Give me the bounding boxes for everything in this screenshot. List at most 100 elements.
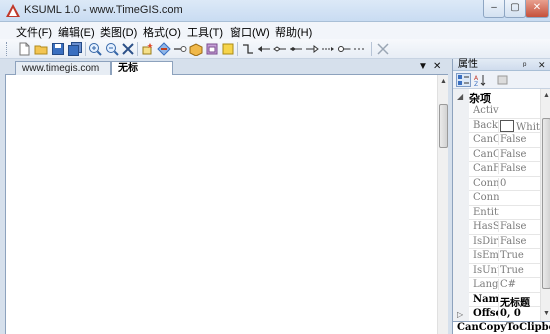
open-folder-icon[interactable] <box>34 42 48 56</box>
property-name: HasSelection <box>473 221 499 232</box>
new-file-icon[interactable] <box>17 42 31 56</box>
property-name: Entities <box>473 206 499 218</box>
property-row[interactable]: ActiveProject <box>469 104 540 119</box>
property-row[interactable]: IsDirtyFalse <box>469 235 540 249</box>
add-enum-icon[interactable] <box>205 42 219 56</box>
property-value[interactable]: C# <box>498 279 540 290</box>
property-row[interactable]: Entities <box>469 206 540 220</box>
property-name: CanCut <box>473 148 499 160</box>
menu-window[interactable]: 窗口(W) <box>230 24 270 40</box>
app-logo-icon <box>6 4 20 17</box>
delete-icon[interactable] <box>376 42 390 56</box>
menu-edit[interactable]: 编辑(E) <box>58 24 95 40</box>
properties-header: 属性 ᵖ ✕ <box>453 59 550 71</box>
property-value[interactable]: False <box>498 134 540 145</box>
property-name: ActiveProject <box>473 105 499 116</box>
toolbar-grip[interactable] <box>6 42 9 56</box>
properties-toolbar: AZ <box>453 71 550 89</box>
scroll-up-icon[interactable]: ▲ <box>542 91 550 101</box>
property-row[interactable]: ConnectionCount0 <box>469 177 540 191</box>
property-value[interactable]: False <box>498 148 540 160</box>
toolbar-separator <box>371 42 372 56</box>
add-class-icon[interactable] <box>141 42 155 56</box>
add-package-icon[interactable] <box>189 42 203 56</box>
property-grid: ◢ 杂项 ActiveProject BackColor White CanCop… <box>453 89 540 322</box>
svg-text:Z: Z <box>474 81 478 86</box>
property-value[interactable]: 0 <box>498 177 540 189</box>
property-name: IsEmpty <box>473 250 499 261</box>
zoom-out-icon[interactable] <box>105 42 119 56</box>
zoom-in-icon[interactable] <box>88 42 102 56</box>
property-pages-icon[interactable] <box>495 73 510 87</box>
property-row[interactable]: BackColor White <box>469 119 540 133</box>
generalization-icon[interactable] <box>305 42 319 56</box>
add-comment-icon[interactable] <box>173 42 187 56</box>
menu-tools[interactable]: 工具(T) <box>187 24 223 40</box>
menu-diagram[interactable]: 类图(D) <box>100 24 137 40</box>
property-row[interactable]: IsUntitledTrue <box>469 264 540 278</box>
fit-to-window-icon[interactable] <box>121 42 135 56</box>
property-value[interactable]: White <box>498 119 540 133</box>
add-note-icon[interactable] <box>221 42 235 56</box>
property-value[interactable]: 0, 0 <box>498 308 540 319</box>
minimize-button[interactable]: – <box>483 0 505 18</box>
tab-untitled[interactable]: 无标题.ncp <box>111 61 173 87</box>
toolbar-separator <box>85 42 86 56</box>
pin-icon[interactable]: ᵖ <box>523 59 526 71</box>
menu-help[interactable]: 帮助(H) <box>275 24 312 40</box>
menu-file[interactable]: 文件(F) <box>16 24 52 40</box>
window-title: KSUML 1.0 - www.TimeGIS.com <box>24 4 183 16</box>
property-row[interactable]: CanCutFalse <box>469 148 540 162</box>
save-all-icon[interactable] <box>68 42 82 56</box>
add-interface-icon[interactable] <box>157 42 171 56</box>
property-row[interactable]: Name无标题 <box>469 293 540 309</box>
categorized-view-icon[interactable] <box>456 73 471 87</box>
property-value[interactable]: False <box>498 221 540 232</box>
connector-elbow-icon[interactable] <box>241 42 255 56</box>
scroll-thumb[interactable] <box>439 104 448 148</box>
tab-close-icon[interactable]: ✕ <box>433 61 441 72</box>
maximize-button[interactable]: ▢ <box>504 0 526 18</box>
dependency-icon[interactable] <box>353 42 367 56</box>
property-row[interactable]: CanCopyFalse <box>469 133 540 148</box>
toolbar <box>0 39 550 59</box>
tab-list-dropdown-icon[interactable]: ▼ <box>418 61 428 72</box>
collapse-icon[interactable]: ◢ <box>457 92 463 101</box>
property-value[interactable]: True <box>498 264 540 276</box>
document-area: www.timegis.com 无标题.ncp ▼ ✕ ▲ <box>5 59 448 334</box>
scroll-up-icon[interactable]: ▲ <box>439 77 448 87</box>
property-name: IsUntitled <box>473 264 499 276</box>
realization-icon[interactable] <box>321 42 335 56</box>
panel-close-icon[interactable]: ✕ <box>538 59 546 71</box>
property-value[interactable]: False <box>498 235 540 247</box>
scroll-thumb[interactable] <box>542 118 550 289</box>
properties-title: 属性 <box>458 59 478 70</box>
tab-timegis[interactable]: www.timegis.com <box>15 61 111 75</box>
property-description: CanCopyToClipboard <box>453 321 550 334</box>
expand-icon[interactable]: ▷ <box>457 310 463 319</box>
title-bar: KSUML 1.0 - www.TimeGIS.com – ▢ ✕ <box>0 0 550 22</box>
association-icon[interactable] <box>257 42 271 56</box>
property-row[interactable]: CanFormatFalse <box>469 162 540 177</box>
document-tabstrip: www.timegis.com 无标题.ncp ▼ ✕ <box>5 59 448 87</box>
canvas-scrollbar[interactable]: ▲ <box>437 75 448 334</box>
property-row[interactable]: Offset0, 0 <box>469 307 540 322</box>
property-name: CanFormat <box>473 163 499 174</box>
category-row[interactable]: ◢ 杂项 <box>453 89 540 105</box>
alphabetical-view-icon[interactable]: AZ <box>473 73 488 88</box>
property-row[interactable]: Connections <box>469 191 540 206</box>
property-row[interactable]: HasSelectionFalse <box>469 220 540 235</box>
property-value[interactable]: False <box>498 163 540 174</box>
property-row[interactable]: LanguageC# <box>469 278 540 293</box>
close-button[interactable]: ✕ <box>525 0 549 18</box>
nesting-icon[interactable] <box>337 42 351 56</box>
menu-format[interactable]: 格式(O) <box>143 24 181 40</box>
diagram-canvas[interactable] <box>5 75 448 334</box>
property-value[interactable]: True <box>498 250 540 261</box>
property-grid-scrollbar[interactable]: ▲ ▼ <box>540 89 550 321</box>
save-icon[interactable] <box>51 42 65 56</box>
aggregation-icon[interactable] <box>289 42 303 56</box>
property-row[interactable]: IsEmptyTrue <box>469 249 540 264</box>
composition-icon[interactable] <box>273 42 287 56</box>
scroll-down-icon[interactable]: ▼ <box>542 309 550 319</box>
